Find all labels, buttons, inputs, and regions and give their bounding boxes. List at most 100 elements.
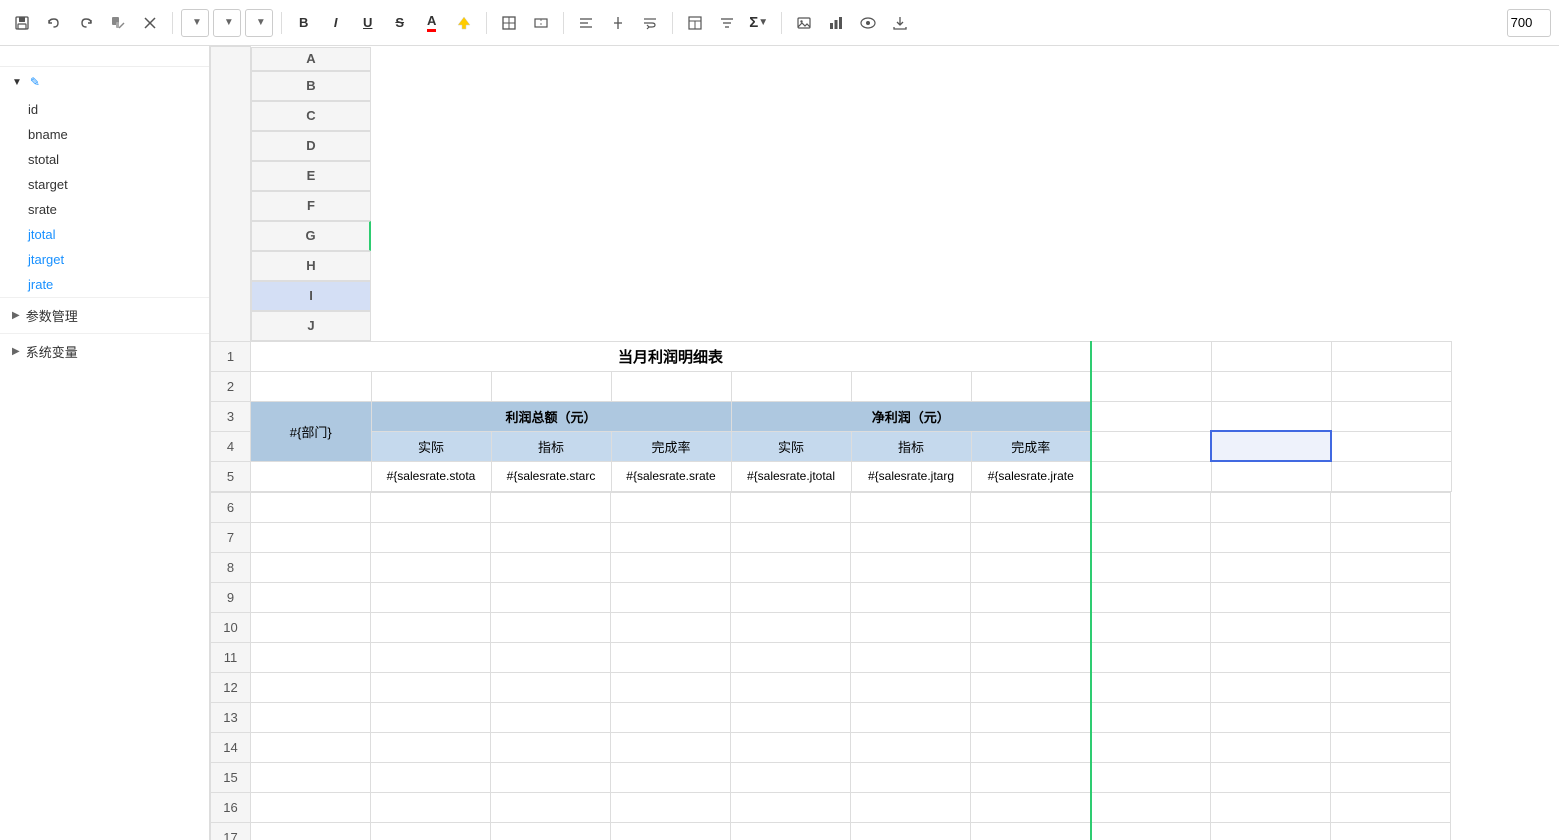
cell-16-1[interactable] xyxy=(371,792,491,822)
cell-13-1[interactable] xyxy=(371,702,491,732)
cell-10-2[interactable] xyxy=(491,612,611,642)
cell-5G-formula[interactable]: #{salesrate.jrate xyxy=(971,461,1091,491)
cell-16-3[interactable] xyxy=(611,792,731,822)
sidebar-field-bname[interactable]: bname xyxy=(0,122,209,147)
cell-2F[interactable] xyxy=(851,371,971,401)
cell-13-5[interactable] xyxy=(851,702,971,732)
cell-13-2[interactable] xyxy=(491,702,611,732)
valign-button[interactable] xyxy=(604,9,632,37)
style-selector[interactable]: ▼ xyxy=(181,9,209,37)
cell-3I[interactable] xyxy=(1211,401,1331,431)
cell-14-0[interactable] xyxy=(251,732,371,762)
cell-7-1[interactable] xyxy=(371,522,491,552)
cell-9-4[interactable] xyxy=(731,582,851,612)
cell-11-1[interactable] xyxy=(371,642,491,672)
dataset-row[interactable]: ▼ ✎ xyxy=(0,67,209,97)
cell-6-0[interactable] xyxy=(251,492,371,522)
sidebar-field-stotal[interactable]: stotal xyxy=(0,147,209,172)
cell-5H[interactable] xyxy=(1091,461,1211,491)
cell-9-3[interactable] xyxy=(611,582,731,612)
cell-14-8[interactable] xyxy=(1211,732,1331,762)
cell-13-8[interactable] xyxy=(1211,702,1331,732)
cell-9-8[interactable] xyxy=(1211,582,1331,612)
cell-8-5[interactable] xyxy=(851,552,971,582)
cell-7-8[interactable] xyxy=(1211,522,1331,552)
cell-5J[interactable] xyxy=(1331,461,1451,491)
cell-2E[interactable] xyxy=(731,371,851,401)
cell-16-5[interactable] xyxy=(851,792,971,822)
cell-4I-selected[interactable] xyxy=(1211,431,1331,461)
cell-5I[interactable] xyxy=(1211,461,1331,491)
cell-12-8[interactable] xyxy=(1211,672,1331,702)
cell-15-1[interactable] xyxy=(371,762,491,792)
cell-10-4[interactable] xyxy=(731,612,851,642)
cell-12-5[interactable] xyxy=(851,672,971,702)
cell-5A[interactable] xyxy=(251,461,372,491)
cell-14-3[interactable] xyxy=(611,732,731,762)
cell-15-3[interactable] xyxy=(611,762,731,792)
cell-16-0[interactable] xyxy=(251,792,371,822)
preview-button[interactable] xyxy=(854,9,882,37)
cell-4E-actual[interactable]: 实际 xyxy=(731,431,851,461)
cell-8-3[interactable] xyxy=(611,552,731,582)
cell-6-6[interactable] xyxy=(971,492,1091,522)
cell-8-7[interactable] xyxy=(1091,552,1211,582)
cell-7-5[interactable] xyxy=(851,522,971,552)
cell-11-5[interactable] xyxy=(851,642,971,672)
cell-9-1[interactable] xyxy=(371,582,491,612)
sum-button[interactable]: Σ ▼ xyxy=(745,9,773,37)
cell-16-6[interactable] xyxy=(971,792,1091,822)
cell-17-6[interactable] xyxy=(971,822,1091,840)
cell-8-8[interactable] xyxy=(1211,552,1331,582)
cell-7-0[interactable] xyxy=(251,522,371,552)
cell-17-5[interactable] xyxy=(851,822,971,840)
dataset-expand-icon[interactable]: ▼ xyxy=(12,77,22,88)
cell-10-0[interactable] xyxy=(251,612,371,642)
cell-6-7[interactable] xyxy=(1091,492,1211,522)
cell-17-1[interactable] xyxy=(371,822,491,840)
cell-11-3[interactable] xyxy=(611,642,731,672)
cell-11-8[interactable] xyxy=(1211,642,1331,672)
cell-15-5[interactable] xyxy=(851,762,971,792)
cell-15-0[interactable] xyxy=(251,762,371,792)
cell-13-9[interactable] xyxy=(1331,702,1451,732)
cell-17-3[interactable] xyxy=(611,822,731,840)
cell-17-7[interactable] xyxy=(1091,822,1211,840)
cell-5E-formula[interactable]: #{salesrate.jtotal xyxy=(731,461,851,491)
cell-14-7[interactable] xyxy=(1091,732,1211,762)
cell-12-2[interactable] xyxy=(491,672,611,702)
insert-image-button[interactable] xyxy=(790,9,818,37)
cell-9-9[interactable] xyxy=(1331,582,1451,612)
cell-13-3[interactable] xyxy=(611,702,731,732)
cell-10-9[interactable] xyxy=(1331,612,1451,642)
clear-format-button[interactable] xyxy=(136,9,164,37)
cell-14-6[interactable] xyxy=(971,732,1091,762)
cell-5D-formula[interactable]: #{salesrate.srate xyxy=(611,461,731,491)
cell-6-4[interactable] xyxy=(731,492,851,522)
cell-13-6[interactable] xyxy=(971,702,1091,732)
cell-4D-rate[interactable]: 完成率 xyxy=(611,431,731,461)
merge-cells-button[interactable] xyxy=(527,9,555,37)
cell-9-0[interactable] xyxy=(251,582,371,612)
cell-16-7[interactable] xyxy=(1091,792,1211,822)
cell-2B[interactable] xyxy=(371,371,491,401)
sidebar-field-starget[interactable]: starget xyxy=(0,172,209,197)
sidebar-field-jtotal[interactable]: jtotal xyxy=(0,222,209,247)
cell-10-1[interactable] xyxy=(371,612,491,642)
cell-8-1[interactable] xyxy=(371,552,491,582)
cell-1I[interactable] xyxy=(1211,341,1331,371)
save-button[interactable] xyxy=(8,9,36,37)
cell-11-7[interactable] xyxy=(1091,642,1211,672)
cell-15-7[interactable] xyxy=(1091,762,1211,792)
cell-6-2[interactable] xyxy=(491,492,611,522)
cell-15-4[interactable] xyxy=(731,762,851,792)
cell-8-9[interactable] xyxy=(1331,552,1451,582)
cell-9-7[interactable] xyxy=(1091,582,1211,612)
cell-12-1[interactable] xyxy=(371,672,491,702)
cell-10-7[interactable] xyxy=(1091,612,1211,642)
cell-4J[interactable] xyxy=(1331,431,1451,461)
cell-13-0[interactable] xyxy=(251,702,371,732)
cell-6-1[interactable] xyxy=(371,492,491,522)
cell-15-2[interactable] xyxy=(491,762,611,792)
cell-7-7[interactable] xyxy=(1091,522,1211,552)
